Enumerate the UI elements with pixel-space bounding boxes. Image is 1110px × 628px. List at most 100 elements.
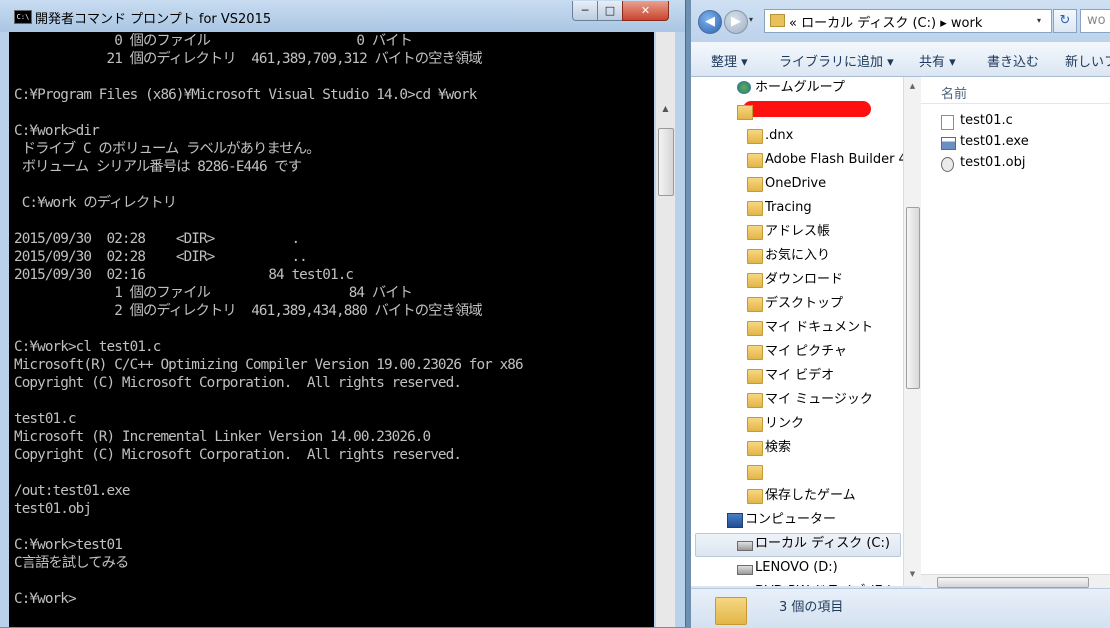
console-line: Copyright (C) Microsoft Corporation. All… (14, 447, 462, 463)
console-output[interactable]: 0 個のファイル 0 バイト 21 個のディレクトリ 461,389,709,3… (9, 32, 654, 627)
folder-icon (747, 369, 763, 384)
file-name: test01.exe (960, 134, 1029, 149)
minimize-button[interactable]: ─ (572, 1, 598, 21)
scroll-thumb[interactable] (906, 207, 920, 389)
folder-icon (747, 225, 763, 240)
refresh-button[interactable]: ↻ (1053, 9, 1077, 33)
nav-scrollbar[interactable]: ▲ ▼ (903, 77, 921, 586)
console-line: C:¥work のディレクトリ (14, 195, 177, 211)
item-count: 3 個の項目 (779, 600, 844, 615)
details-pane: 3 個の項目 (691, 588, 1110, 628)
address-path[interactable]: « ローカル ディスク (C:) ▸ work (789, 12, 982, 31)
console-line: 2015/09/30 02:28 <DIR> . (14, 231, 300, 247)
address-dropdown[interactable]: ▾ (1037, 16, 1041, 25)
folder-icon (747, 129, 763, 144)
drive-icon (737, 565, 753, 575)
nav-item-label: ダウンロード (765, 272, 844, 287)
exe-file-icon (941, 137, 956, 150)
file-name: test01.c (960, 113, 1013, 128)
console-line: ドライブ C のボリューム ラベルがありません。 (14, 141, 321, 157)
close-button[interactable]: ✕ (622, 1, 669, 21)
console-line: Microsoft (R) Incremental Linker Version… (14, 429, 431, 445)
console-line: C:¥work>test01 (14, 537, 123, 553)
folder-icon (747, 321, 763, 336)
scroll-thumb[interactable] (658, 128, 674, 196)
folder-icon (747, 465, 763, 480)
console-line: 0 個のファイル 0 バイト (14, 33, 413, 49)
console-line: C:¥work> (14, 591, 77, 607)
console-line: /out:test01.exe (14, 483, 131, 499)
maximize-button[interactable]: □ (597, 1, 623, 21)
address-separator[interactable]: « (789, 16, 797, 31)
folder-icon (747, 153, 763, 168)
console-line: test01.obj (14, 501, 92, 517)
search-input[interactable]: wo (1080, 9, 1110, 33)
history-dropdown[interactable]: ▾ (749, 15, 753, 24)
nav-item-label: マイ ミュージック (765, 392, 873, 407)
console-scrollbar[interactable]: ▲ (655, 32, 675, 627)
nav-item-label: 検索 (765, 440, 792, 455)
console-line: 2015/09/30 02:16 84 test01.c (14, 267, 354, 283)
nav-item-label: ホームグループ (755, 80, 845, 95)
burn-button[interactable]: 書き込む (987, 51, 1039, 70)
share-button[interactable]: 共有 ▾ (919, 51, 956, 70)
explorer-header: ◀ ▶ ▾ « ローカル ディスク (C:) ▸ work ▾ ↻ wo (691, 0, 1110, 42)
folder-icon (770, 14, 785, 27)
nav-item-label: OneDrive (765, 176, 827, 191)
new-folder-button[interactable]: 新しいフ (1065, 51, 1110, 70)
homegroup-icon (737, 81, 751, 94)
forward-button[interactable]: ▶ (724, 10, 748, 34)
scroll-thumb[interactable] (937, 577, 1089, 588)
nav-item-label: マイ ビデオ (765, 368, 835, 383)
nav-item-label: マイ ドキュメント (765, 320, 874, 335)
back-button[interactable]: ◀ (698, 10, 722, 34)
folder-icon (747, 393, 763, 408)
nav-item-label: ローカル ディスク (C:) (755, 536, 890, 551)
organize-button[interactable]: 整理 ▾ (711, 51, 748, 70)
nav-item-label: デスクトップ (765, 296, 844, 311)
nav-item-label: .dnx (765, 128, 794, 143)
console-line: 2015/09/30 02:28 <DIR> .. (14, 249, 308, 265)
obj-file-icon (941, 157, 954, 172)
folder-icon (747, 201, 763, 216)
redaction-mark (743, 101, 871, 117)
console-line: Microsoft(R) C/C++ Optimizing Compiler V… (14, 357, 524, 373)
console-line: C:¥work>dir (14, 123, 100, 139)
address-part-folder[interactable]: work (951, 16, 982, 31)
navigation-pane[interactable]: ホームグループ .dnx Adobe Flash Builder 4.6 OneDri… (691, 77, 903, 586)
nav-item-label: リンク (765, 416, 805, 431)
scroll-up-arrow[interactable]: ▲ (904, 79, 921, 93)
nav-item-label: DVD RW ドライブ (E:) (755, 581, 892, 586)
console-line: Copyright (C) Microsoft Corporation. All… (14, 375, 462, 391)
nav-item-label: コンピューター (745, 512, 837, 527)
nav-item-label: マイ ピクチャ (765, 344, 848, 359)
nav-item-label: お気に入り (765, 248, 831, 263)
column-divider (921, 103, 1110, 104)
console-line: ボリューム シリアル番号は 8286-E446 です (14, 159, 302, 175)
console-line: test01.c (14, 411, 77, 427)
file-list-hscrollbar[interactable] (921, 574, 1110, 589)
column-header-name[interactable]: 名前 (941, 83, 967, 102)
scroll-up-arrow[interactable]: ▲ (656, 100, 675, 117)
address-bar[interactable]: « ローカル ディスク (C:) ▸ work ▾ (764, 9, 1052, 33)
folder-icon (747, 489, 763, 504)
c-file-icon (941, 115, 954, 130)
console-text: 0 個のファイル 0 バイト 21 個のディレクトリ 461,389,709,3… (9, 32, 654, 608)
console-title-bar[interactable]: C:\ 開発者コマンド プロンプト for VS2015 ─ □ ✕ (0, 0, 685, 32)
scroll-down-arrow[interactable]: ▼ (904, 567, 921, 581)
address-part-drive[interactable]: ローカル ディスク (C:) (801, 16, 936, 31)
nav-item-label: Adobe Flash Builder 4.6 (765, 152, 903, 167)
file-list[interactable]: 名前 test01.c test01.exe test01.obj (921, 77, 1110, 586)
address-arrow[interactable]: ▸ (940, 16, 947, 31)
folder-icon (747, 297, 763, 312)
file-name: test01.obj (960, 155, 1026, 170)
add-to-library-button[interactable]: ライブラリに追加 ▾ (779, 51, 894, 70)
drive-icon (737, 541, 753, 551)
folder-icon (747, 417, 763, 432)
console-title: 開発者コマンド プロンプト for VS2015 (35, 12, 272, 27)
nav-item-label: LENOVO (D:) (755, 560, 838, 575)
computer-icon (727, 513, 743, 528)
console-line: C:¥work>cl test01.c (14, 339, 161, 355)
console-line: C言語を試してみる (14, 555, 129, 571)
nav-item-label: アドレス帳 (765, 224, 831, 239)
